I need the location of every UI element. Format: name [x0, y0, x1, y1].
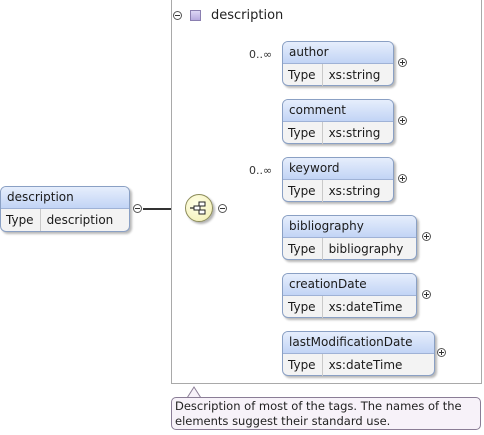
type-label: Type	[283, 354, 323, 376]
documentation-tooltip: Description of most of the tags. The nam…	[171, 397, 481, 430]
sequence-compositor-icon[interactable]	[185, 194, 213, 222]
attribute-group-header: description	[173, 6, 283, 24]
type-value: description	[46, 213, 114, 227]
element-creationdate[interactable]: creationDate Type xs:dateTime	[282, 273, 417, 318]
type-value: xs:string	[328, 184, 381, 198]
element-bibliography[interactable]: bibliography Type bibliography	[282, 215, 417, 260]
sequence-symbol-icon	[190, 201, 206, 215]
element-keyword[interactable]: keyword Type xs:string	[282, 157, 394, 202]
type-value: xs:dateTime	[328, 300, 403, 314]
expand-lastmodificationdate-icon[interactable]	[437, 348, 446, 357]
type-row: Type bibliography	[283, 238, 416, 260]
type-row: Type xs:string	[283, 64, 393, 86]
element-name: comment	[283, 100, 393, 122]
occurs-label-author: 0..∞	[249, 48, 273, 61]
attribute-group-icon	[190, 9, 201, 21]
type-label: Type	[283, 238, 323, 260]
root-type-row: Type description	[1, 209, 129, 231]
element-name: author	[283, 42, 393, 64]
type-label: Type	[283, 180, 323, 202]
compositor-collapse-toggle-icon[interactable]	[218, 204, 227, 213]
type-row: Type xs:dateTime	[283, 354, 434, 376]
root-collapse-toggle-icon[interactable]	[133, 204, 142, 213]
collapse-toggle-icon[interactable]	[173, 10, 182, 20]
type-value: bibliography	[328, 242, 404, 256]
type-label: Type	[283, 64, 323, 86]
expand-comment-icon[interactable]	[398, 116, 407, 125]
tooltip-text: Description of most of the tags. The nam…	[175, 399, 462, 428]
type-label: Type	[283, 122, 323, 144]
type-label: Type	[283, 296, 323, 318]
type-row: Type xs:string	[283, 180, 393, 202]
expand-bibliography-icon[interactable]	[422, 232, 431, 241]
element-comment[interactable]: comment Type xs:string	[282, 99, 394, 144]
expand-keyword-icon[interactable]	[398, 174, 407, 183]
occurs-label-keyword: 0..∞	[249, 164, 273, 177]
root-element-description[interactable]: description Type description	[0, 186, 130, 232]
type-row: Type xs:string	[283, 122, 393, 144]
type-value: xs:string	[328, 68, 381, 82]
attribute-group-title: description	[211, 7, 284, 23]
element-author[interactable]: author Type xs:string	[282, 41, 394, 86]
element-name: bibliography	[283, 216, 416, 238]
expand-creationdate-icon[interactable]	[422, 290, 431, 299]
expand-author-icon[interactable]	[398, 58, 407, 67]
type-value: xs:dateTime	[328, 358, 403, 372]
element-name: lastModificationDate	[283, 332, 434, 354]
type-row: Type xs:dateTime	[283, 296, 416, 318]
type-value: xs:string	[328, 126, 381, 140]
element-name: creationDate	[283, 274, 416, 296]
type-label: Type	[1, 209, 41, 231]
element-lastmodificationdate[interactable]: lastModificationDate Type xs:dateTime	[282, 331, 435, 376]
element-name: keyword	[283, 158, 393, 180]
root-element-name: description	[1, 187, 129, 209]
